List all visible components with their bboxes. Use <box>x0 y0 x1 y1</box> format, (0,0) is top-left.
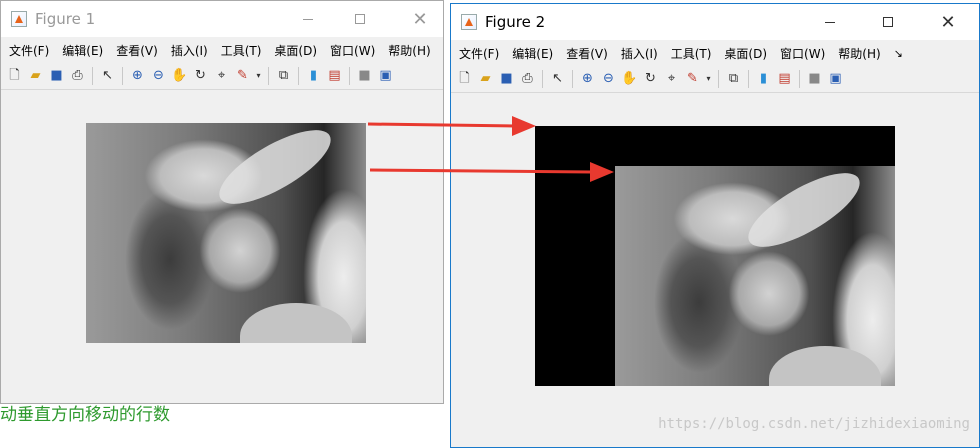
brush-dropdown-icon[interactable]: ▾ <box>706 71 712 87</box>
image-detail <box>769 346 881 386</box>
new-figure-icon[interactable]: 🗋 <box>7 68 23 84</box>
link-plot-icon[interactable]: ⧉ <box>276 68 292 84</box>
save-icon[interactable]: ■ <box>49 68 65 84</box>
matlab-icon <box>11 11 27 27</box>
zoom-out-icon[interactable]: ⊖ <box>601 71 617 87</box>
menu-window[interactable]: 窗口(W) <box>330 42 375 59</box>
hide-plot-tools-icon[interactable]: ■ <box>807 71 823 87</box>
link-plot-icon[interactable]: ⧉ <box>726 71 742 87</box>
menu-tools[interactable]: 工具(T) <box>221 42 262 59</box>
close-button[interactable]: ✕ <box>925 4 971 40</box>
menu-edit[interactable]: 编辑(E) <box>512 45 553 62</box>
toolbar-separator <box>718 70 719 88</box>
print-icon[interactable]: ⎙ <box>70 68 86 84</box>
matlab-icon <box>461 14 477 30</box>
print-icon[interactable]: ⎙ <box>520 71 536 87</box>
toolbar-separator <box>92 67 93 85</box>
toolbar-separator <box>542 70 543 88</box>
brush-icon[interactable]: ✎ <box>235 68 251 84</box>
legend-icon[interactable]: ▤ <box>777 71 793 87</box>
figure1-window: Figure 1 ✕ 文件(F) 编辑(E) 查看(V) 插入(I) 工具(T)… <box>0 0 444 404</box>
brush-icon[interactable]: ✎ <box>685 71 701 87</box>
toolbar-separator <box>748 70 749 88</box>
menu-file[interactable]: 文件(F) <box>459 45 499 62</box>
translated-image-canvas <box>535 126 895 386</box>
figure1-titlebar[interactable]: Figure 1 ✕ <box>1 1 443 37</box>
select-arrow-icon[interactable]: ↖ <box>100 68 116 84</box>
image-detail <box>738 166 870 261</box>
zoom-in-icon[interactable]: ⊕ <box>580 71 596 87</box>
open-file-icon[interactable]: ▰ <box>28 68 44 84</box>
figure1-menubar: 文件(F) 编辑(E) 查看(V) 插入(I) 工具(T) 桌面(D) 窗口(W… <box>1 37 443 63</box>
menu-view[interactable]: 查看(V) <box>116 42 158 59</box>
menu-edit[interactable]: 编辑(E) <box>62 42 103 59</box>
toolbar-separator <box>298 67 299 85</box>
brush-dropdown-icon[interactable]: ▾ <box>256 68 262 84</box>
menu-desktop[interactable]: 桌面(D) <box>724 45 767 62</box>
pan-hand-icon[interactable]: ✋ <box>621 71 637 87</box>
show-plot-tools-icon[interactable]: ▣ <box>378 68 394 84</box>
colorbar-icon[interactable]: ▮ <box>756 71 772 87</box>
image-detail <box>209 123 341 218</box>
rotate-3d-icon[interactable]: ↻ <box>643 71 659 87</box>
menu-tools[interactable]: 工具(T) <box>671 45 712 62</box>
save-icon[interactable]: ■ <box>499 71 515 87</box>
minimize-button[interactable] <box>807 4 853 40</box>
toolbar-separator <box>572 70 573 88</box>
menu-view[interactable]: 查看(V) <box>566 45 608 62</box>
toolbar-separator <box>349 67 350 85</box>
figure1-toolbar: 🗋 ▰ ■ ⎙ ↖ ⊕ ⊖ ✋ ↻ ⌖ ✎ ▾ ⧉ ▮ ▤ ■ ▣ <box>1 63 443 90</box>
menu-insert[interactable]: 插入(I) <box>621 45 658 62</box>
menu-help[interactable]: 帮助(H) <box>838 45 880 62</box>
legend-icon[interactable]: ▤ <box>327 68 343 84</box>
rotate-3d-icon[interactable]: ↻ <box>193 68 209 84</box>
minimize-button[interactable] <box>285 1 331 37</box>
open-file-icon[interactable]: ▰ <box>478 71 494 87</box>
menu-desktop[interactable]: 桌面(D) <box>274 42 317 59</box>
new-figure-icon[interactable]: 🗋 <box>457 71 473 87</box>
close-button[interactable]: ✕ <box>397 1 443 37</box>
zoom-in-icon[interactable]: ⊕ <box>130 68 146 84</box>
pan-hand-icon[interactable]: ✋ <box>171 68 187 84</box>
image-detail <box>240 303 352 343</box>
zoom-out-icon[interactable]: ⊖ <box>151 68 167 84</box>
data-cursor-icon[interactable]: ⌖ <box>214 68 230 84</box>
figure2-title: Figure 2 <box>485 13 546 31</box>
lena-image <box>86 123 366 343</box>
figure2-toolbar: 🗋 ▰ ■ ⎙ ↖ ⊕ ⊖ ✋ ↻ ⌖ ✎ ▾ ⧉ ▮ ▤ ■ ▣ <box>451 66 979 93</box>
figure2-window: Figure 2 ✕ 文件(F) 编辑(E) 查看(V) 插入(I) 工具(T)… <box>450 3 980 448</box>
figure2-titlebar[interactable]: Figure 2 ✕ <box>451 4 979 40</box>
toolbar-separator <box>799 70 800 88</box>
maximize-button[interactable] <box>337 1 383 37</box>
menu-window[interactable]: 窗口(W) <box>780 45 825 62</box>
lena-image-translated <box>615 166 895 386</box>
menu-file[interactable]: 文件(F) <box>9 42 49 59</box>
watermark-text: https://blog.csdn.net/jizhidexiaoming <box>658 416 970 432</box>
select-arrow-icon[interactable]: ↖ <box>550 71 566 87</box>
colorbar-icon[interactable]: ▮ <box>306 68 322 84</box>
show-plot-tools-icon[interactable]: ▣ <box>828 71 844 87</box>
hide-plot-tools-icon[interactable]: ■ <box>357 68 373 84</box>
maximize-button[interactable] <box>865 4 911 40</box>
menu-help[interactable]: 帮助(H) <box>388 42 430 59</box>
figure2-menubar: 文件(F) 编辑(E) 查看(V) 插入(I) 工具(T) 桌面(D) 窗口(W… <box>451 40 979 66</box>
toolbar-separator <box>268 67 269 85</box>
menu-insert[interactable]: 插入(I) <box>171 42 208 59</box>
toolbar-separator <box>122 67 123 85</box>
figure1-title: Figure 1 <box>35 10 96 28</box>
menu-overflow-icon[interactable]: ↘ <box>894 47 903 60</box>
data-cursor-icon[interactable]: ⌖ <box>664 71 680 87</box>
